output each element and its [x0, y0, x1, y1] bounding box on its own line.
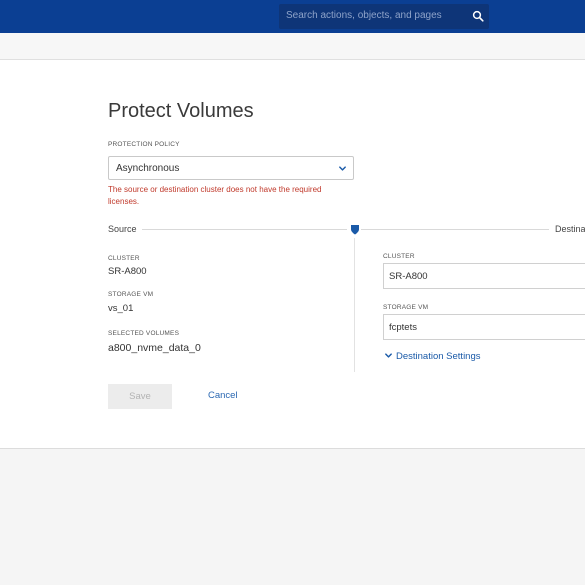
- shield-icon: [351, 225, 359, 235]
- protection-policy-select[interactable]: Asynchronous: [108, 156, 354, 180]
- source-storage-vm-value: vs_01: [108, 303, 134, 314]
- protection-policy-label: PROTECTION POLICY: [108, 141, 180, 148]
- global-search[interactable]: Search actions, objects, and pages: [279, 4, 489, 29]
- destination-storage-vm-value: fcptets: [389, 322, 417, 333]
- chevron-down-icon: [385, 353, 392, 358]
- search-input[interactable]: Search actions, objects, and pages: [286, 10, 442, 21]
- page-title: Protect Volumes: [108, 100, 254, 122]
- destination-storage-vm-label: STORAGE VM: [383, 304, 429, 311]
- destination-settings-toggle[interactable]: Destination Settings: [384, 351, 481, 362]
- cancel-button[interactable]: Cancel: [208, 390, 238, 401]
- selected-volumes-value: a800_nvme_data_0: [108, 342, 201, 354]
- destination-settings-label: Destination Settings: [396, 351, 481, 362]
- destination-cluster-field[interactable]: SR-A800: [383, 263, 585, 289]
- source-cluster-value: SR-A800: [108, 266, 147, 277]
- source-cluster-label: CLUSTER: [108, 255, 140, 262]
- search-icon[interactable]: [472, 10, 484, 22]
- chevron-down-icon: [339, 166, 346, 171]
- section-divider: [354, 238, 355, 372]
- top-nav-bar: Search actions, objects, and pages: [0, 0, 585, 33]
- destination-cluster-label: CLUSTER: [383, 253, 415, 260]
- breadcrumb-bar: [0, 33, 585, 60]
- license-error-message: The source or destination cluster does n…: [108, 185, 322, 206]
- destination-cluster-value: SR-A800: [389, 271, 428, 282]
- destination-storage-vm-field[interactable]: fcptets: [383, 314, 585, 340]
- relationship-line-left: [142, 229, 347, 230]
- protect-volumes-dialog: Protect Volumes PROTECTION POLICY Asynch…: [0, 60, 585, 449]
- relationship-line-right: [361, 229, 549, 230]
- protection-policy-value: Asynchronous: [116, 163, 180, 174]
- source-section-label: Source: [108, 224, 137, 234]
- source-storage-vm-label: STORAGE VM: [108, 291, 154, 298]
- save-button[interactable]: Save: [108, 384, 172, 409]
- destination-section-label: Destina: [555, 224, 585, 234]
- selected-volumes-label: SELECTED VOLUMES: [108, 330, 180, 337]
